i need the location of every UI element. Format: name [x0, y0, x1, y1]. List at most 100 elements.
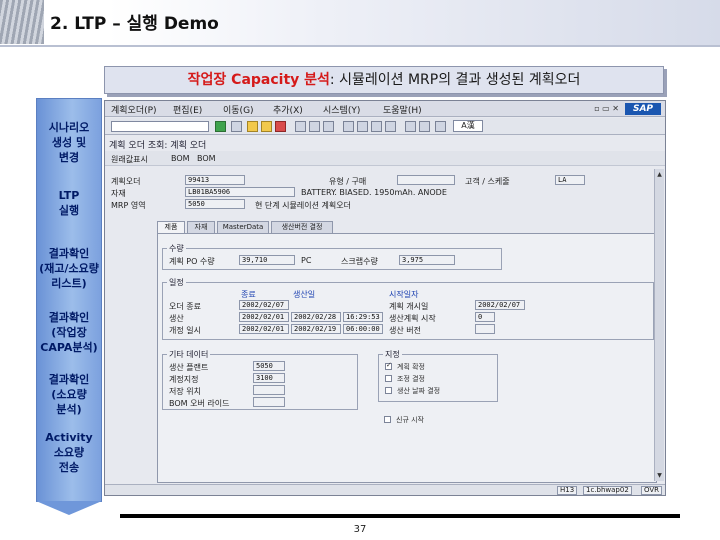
flag-checkbox[interactable] — [385, 375, 392, 382]
date-row-start-label: 계획 개시일 — [389, 302, 429, 311]
slide-title: 2. LTP – 실행 Demo — [50, 14, 219, 34]
date-row-end[interactable]: 2002/02/01 — [239, 312, 289, 322]
first-page-icon[interactable] — [343, 121, 354, 132]
save-icon[interactable] — [231, 121, 242, 132]
menu-system[interactable]: 시스템(Y) — [323, 103, 360, 116]
order-field[interactable]: 99413 — [185, 175, 245, 185]
menu-planned-order[interactable]: 계획오더(P) — [111, 103, 157, 116]
find-icon[interactable] — [309, 121, 320, 132]
help-icon[interactable] — [435, 121, 446, 132]
find-next-icon[interactable] — [323, 121, 334, 132]
qty-label: 계획 PO 수량 — [169, 257, 215, 266]
control-field[interactable]: LA — [555, 175, 585, 185]
menu-help[interactable]: 도움말(H) — [383, 103, 422, 116]
step-result-requirements: 결과확인 (소요량 분석) — [48, 373, 90, 416]
material-desc: BATTERY. BIASED. 1950mAh. ANODE — [301, 188, 447, 197]
control-label: 고객 / 스케줄 — [465, 177, 510, 186]
type-field[interactable] — [397, 175, 455, 185]
bom-button-2[interactable]: BOM — [197, 154, 216, 163]
sap-logo: SAP — [625, 103, 661, 115]
footer-divider — [120, 514, 680, 518]
enter-icon[interactable] — [215, 121, 226, 132]
qty-unit: PC — [301, 256, 312, 265]
date-row-time[interactable]: 2002/02/28 — [291, 312, 341, 322]
planned-order-note: 현 단계 시뮬레이션 계획오더 — [255, 201, 351, 210]
date-row-extra[interactable]: 06:00:00 — [343, 324, 383, 334]
qty-field[interactable]: 39,710 — [239, 255, 295, 265]
flag-checkbox[interactable] — [385, 387, 392, 394]
scroll-up-icon[interactable]: ▲ — [656, 171, 663, 178]
input-mode-indicator[interactable]: A漢 — [453, 120, 483, 132]
page-number: 37 — [353, 524, 367, 535]
other-data-group: 기타 데이터 생산 플랜트 5050 계정지정 3100 저장 위치 BOM 오… — [162, 349, 358, 410]
date-row-start[interactable] — [475, 324, 495, 334]
original-values-button[interactable]: 원래값표시 — [111, 154, 148, 165]
flag-checkbox[interactable] — [384, 416, 391, 423]
menu-bar: 계획오더(P) 편집(E) 이동(G) 추가(X) 시스템(Y) 도움말(H) … — [105, 101, 665, 117]
date-row-start-label: 생산계획 시작 — [389, 314, 436, 323]
date-row-start[interactable]: 2002/02/07 — [475, 300, 525, 310]
date-row-end[interactable]: 2002/02/01 — [239, 324, 289, 334]
date-row-label: 개정 일시 — [169, 326, 201, 335]
menu-extras[interactable]: 추가(X) — [273, 103, 303, 116]
window-controls-icon[interactable]: ▫ ▭ ✕ — [594, 104, 619, 113]
application-toolbar: 원래값표시 BOM BOM — [105, 151, 665, 166]
other-row-label: 생산 플랜트 — [169, 363, 209, 372]
cancel-icon[interactable] — [275, 121, 286, 132]
slide-header: 2. LTP – 실행 Demo — [0, 0, 720, 46]
command-field[interactable] — [111, 121, 209, 132]
material-field[interactable]: LB01BA5906 — [185, 187, 295, 197]
other-row-field[interactable]: 3100 — [253, 373, 285, 383]
other-row-field[interactable] — [253, 385, 285, 395]
status-mode: OVR — [641, 486, 663, 495]
quantity-group: 수량 계획 PO 수량 39,710 PC 스크랩수량 3,975 — [162, 243, 502, 270]
other-row-field[interactable]: 5050 — [253, 361, 285, 371]
flag-label: 생산 날짜 결정 — [397, 387, 441, 395]
other-row-field[interactable] — [253, 397, 285, 407]
date-row-extra[interactable]: 16:29:53 — [343, 312, 383, 322]
scrap-label: 스크랩수량 — [341, 257, 378, 266]
date-row-label: 생산 — [169, 314, 184, 323]
next-page-icon[interactable] — [371, 121, 382, 132]
shortcut-icon[interactable] — [419, 121, 430, 132]
mrp-area-field[interactable]: 5050 — [185, 199, 245, 209]
dates-group: 일정 종료 생산일 시작일자 오더 종료 2002/02/07 계획 개시일 2… — [162, 277, 654, 340]
last-page-icon[interactable] — [385, 121, 396, 132]
date-row-time[interactable]: 2002/02/19 — [291, 324, 341, 334]
col-end: 종료 — [241, 290, 256, 299]
type-label: 유형 / 구매 — [329, 177, 367, 186]
menu-goto[interactable]: 이동(G) — [223, 103, 254, 116]
status-bar: H13 1c.bhwap02 OVR — [105, 484, 665, 495]
menu-edit[interactable]: 편집(E) — [173, 103, 202, 116]
bom-button[interactable]: BOM — [171, 154, 190, 163]
step-scenario: 시나리오 생성 및 변경 — [48, 121, 90, 164]
flags-group-title: 지정 — [383, 349, 402, 360]
back-icon[interactable] — [247, 121, 258, 132]
prev-page-icon[interactable] — [357, 121, 368, 132]
subtitle-accent: 작업장 Capacity 분석 — [187, 72, 330, 88]
new-session-icon[interactable] — [405, 121, 416, 132]
scrap-field[interactable]: 3,975 — [399, 255, 455, 265]
scroll-down-icon[interactable]: ▼ — [656, 472, 663, 479]
flag-checkbox[interactable] — [385, 361, 392, 370]
vertical-scrollbar[interactable]: ▲ ▼ — [654, 169, 664, 481]
flag-label: 계획 확정 — [397, 363, 425, 371]
dates-group-title: 일정 — [167, 277, 186, 288]
flag-label: 조정 결정 — [397, 375, 425, 383]
quantity-group-title: 수량 — [167, 243, 186, 254]
subtitle-text: : 시뮬레이션 MRP의 결과 생성된 계획오더 — [329, 72, 581, 88]
other-row-label: 계정지정 — [169, 375, 199, 384]
date-row-end[interactable]: 2002/02/07 — [239, 300, 289, 310]
print-icon[interactable] — [295, 121, 306, 132]
other-row-label: BOM 오버 라이드 — [169, 399, 230, 408]
material-label: 자재 — [111, 189, 126, 198]
transaction-title: 계획 오더 조회: 계획 오더 — [109, 141, 207, 151]
flag-label: 신규 시작 — [396, 416, 424, 424]
exit-icon[interactable] — [261, 121, 272, 132]
mrp-area-label: MRP 영역 — [111, 201, 146, 210]
standard-toolbar: A漢 — [105, 118, 665, 135]
order-label: 계획오더 — [111, 177, 141, 186]
header-divider — [0, 45, 720, 47]
date-row-start[interactable]: 0 — [475, 312, 495, 322]
step-ltp-run: LTP 실행 — [58, 189, 80, 217]
